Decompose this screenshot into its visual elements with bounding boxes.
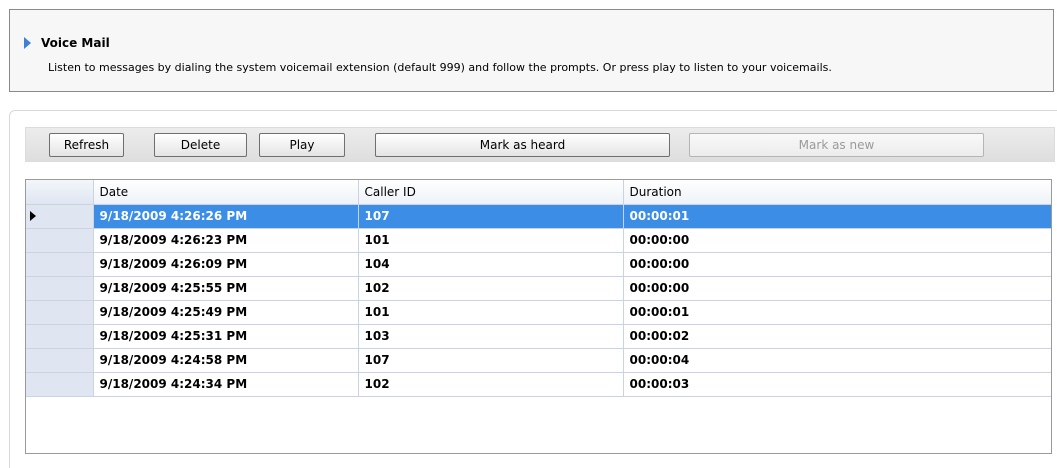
header-panel: Voice Mail Listen to messages by dialing… xyxy=(9,9,1054,92)
voicemail-panel: Refresh Delete Play Mark as heard Mark a… xyxy=(9,110,1057,468)
date-cell[interactable]: 9/18/2009 4:24:58 PM xyxy=(93,348,359,373)
header-title-row: Voice Mail xyxy=(24,36,110,50)
row-header[interactable] xyxy=(26,276,94,301)
table-row[interactable]: 9/18/2009 4:26:23 PM 101 00:00:00 xyxy=(26,228,1051,253)
duration-cell[interactable]: 00:00:00 xyxy=(623,276,1051,301)
date-cell[interactable]: 9/18/2009 4:24:34 PM xyxy=(93,372,359,397)
row-header[interactable] xyxy=(26,372,94,397)
caller-id-cell[interactable]: 101 xyxy=(358,300,624,325)
table-row[interactable]: 9/18/2009 4:24:58 PM 107 00:00:04 xyxy=(26,348,1051,373)
caller-id-cell[interactable]: 102 xyxy=(358,372,624,397)
table-row[interactable]: 9/18/2009 4:25:49 PM 101 00:00:01 xyxy=(26,300,1051,325)
caller-id-cell[interactable]: 104 xyxy=(358,252,624,277)
duration-cell[interactable]: 00:00:01 xyxy=(623,300,1051,325)
duration-cell[interactable]: 00:00:02 xyxy=(623,324,1051,349)
table-row[interactable]: 9/18/2009 4:25:55 PM 102 00:00:00 xyxy=(26,276,1051,301)
column-header-duration[interactable]: Duration xyxy=(623,180,1051,205)
voicemail-table: Date Caller ID Duration 9/18/2009 4:26:2… xyxy=(26,180,1051,397)
refresh-button[interactable]: Refresh xyxy=(49,133,124,157)
date-cell[interactable]: 9/18/2009 4:26:23 PM xyxy=(93,228,359,253)
triangle-right-icon xyxy=(24,37,31,49)
mark-as-new-button[interactable]: Mark as new xyxy=(689,133,984,157)
duration-cell[interactable]: 00:00:00 xyxy=(623,228,1051,253)
row-header[interactable] xyxy=(26,228,94,253)
caller-id-cell[interactable]: 107 xyxy=(358,348,624,373)
caller-id-cell[interactable]: 102 xyxy=(358,276,624,301)
duration-cell[interactable]: 00:00:03 xyxy=(623,372,1051,397)
duration-cell[interactable]: 00:00:00 xyxy=(623,252,1051,277)
caller-id-cell[interactable]: 101 xyxy=(358,228,624,253)
caller-id-cell[interactable]: 103 xyxy=(358,324,624,349)
row-header[interactable] xyxy=(26,324,94,349)
column-header-caller-id[interactable]: Caller ID xyxy=(358,180,624,205)
date-cell[interactable]: 9/18/2009 4:26:09 PM xyxy=(93,252,359,277)
voicemail-grid[interactable]: Date Caller ID Duration 9/18/2009 4:26:2… xyxy=(25,179,1052,454)
date-cell[interactable]: 9/18/2009 4:25:31 PM xyxy=(93,324,359,349)
table-row[interactable]: 9/18/2009 4:26:26 PM 107 00:00:01 xyxy=(26,204,1051,229)
date-cell[interactable]: 9/18/2009 4:26:26 PM xyxy=(93,204,359,229)
header-row: Date Caller ID Duration xyxy=(26,180,1051,205)
table-row[interactable]: 9/18/2009 4:24:34 PM 102 00:00:03 xyxy=(26,372,1051,397)
page-title: Voice Mail xyxy=(41,36,110,50)
play-button[interactable]: Play xyxy=(259,133,345,157)
mark-as-heard-button[interactable]: Mark as heard xyxy=(375,133,670,157)
caller-id-cell[interactable]: 107 xyxy=(358,204,624,229)
row-header[interactable] xyxy=(26,300,94,325)
date-cell[interactable]: 9/18/2009 4:25:55 PM xyxy=(93,276,359,301)
column-header-date[interactable]: Date xyxy=(93,180,359,205)
row-header[interactable] xyxy=(26,252,94,277)
toolbar: Refresh Delete Play Mark as heard Mark a… xyxy=(25,127,1055,162)
page-description: Listen to messages by dialing the system… xyxy=(48,61,832,74)
duration-cell[interactable]: 00:00:01 xyxy=(623,204,1051,229)
corner-header xyxy=(26,180,94,205)
table-row[interactable]: 9/18/2009 4:26:09 PM 104 00:00:00 xyxy=(26,252,1051,277)
row-header[interactable] xyxy=(26,204,94,229)
table-row[interactable]: 9/18/2009 4:25:31 PM 103 00:00:02 xyxy=(26,324,1051,349)
row-header[interactable] xyxy=(26,348,94,373)
delete-button[interactable]: Delete xyxy=(154,133,247,157)
date-cell[interactable]: 9/18/2009 4:25:49 PM xyxy=(93,300,359,325)
duration-cell[interactable]: 00:00:04 xyxy=(623,348,1051,373)
current-row-arrow-icon xyxy=(30,210,36,221)
